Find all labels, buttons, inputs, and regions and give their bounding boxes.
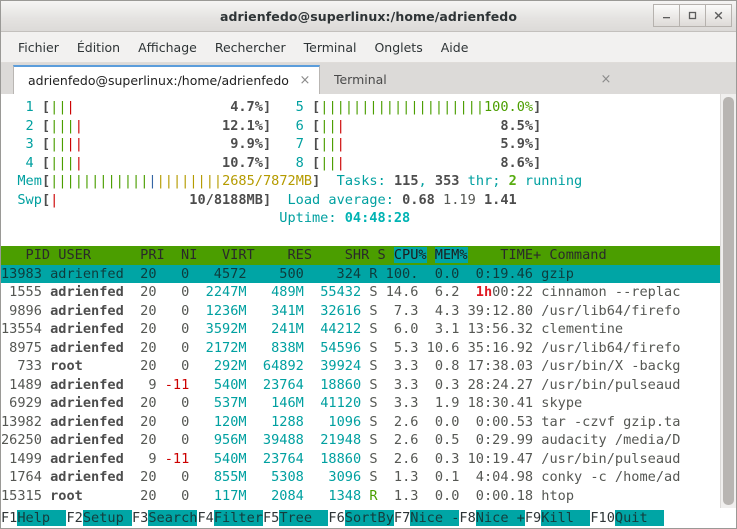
table-row[interactable]: 15315 root 20 0 117M 2084 1348 R 1.3 0.0… bbox=[1, 487, 720, 506]
fkey-number: F8 bbox=[459, 510, 476, 526]
uptime-row: Uptime: 04:48:28 bbox=[279, 210, 411, 226]
cpu-meter-row: 2 [|||| 12.1%] 6 [||| 8.5%] bbox=[17, 117, 542, 134]
minimize-icon bbox=[663, 17, 670, 19]
table-row[interactable]: 26250 adrienfed 20 0 956M 39488 21948 S … bbox=[1, 431, 720, 450]
table-row[interactable]: 1555 adrienfed 20 0 2247M 489M 55432 S 1… bbox=[1, 283, 720, 302]
menu-item-onglets[interactable]: Onglets bbox=[365, 37, 431, 58]
menu-bar: Fichier Édition Affichage Rechercher Ter… bbox=[1, 32, 736, 63]
table-row[interactable]: 9896 adrienfed 20 0 1236M 341M 32616 S 7… bbox=[1, 302, 720, 321]
fkey-number: F4 bbox=[197, 510, 214, 526]
cpu-meter-row: 3 [|||| 9.9%] 7 [||| 5.9%] bbox=[17, 136, 542, 152]
minimize-button[interactable] bbox=[653, 4, 680, 27]
tab-shell-active[interactable]: adrienfedo@superlinux:/home/adrienfedo × bbox=[13, 65, 320, 94]
fkey-number: F2 bbox=[66, 510, 83, 526]
htop-output[interactable]: 1 [||| 4.7%] 5 [||||||||||||||||||||100.… bbox=[1, 94, 720, 508]
menu-item-rechercher[interactable]: Rechercher bbox=[206, 37, 295, 58]
fkey-number: F9 bbox=[524, 510, 542, 526]
title-bar: adrienfedo@superlinux:/home/adrienfedo bbox=[1, 1, 736, 32]
menu-item-terminal[interactable]: Terminal bbox=[295, 37, 366, 58]
menu-item-aide[interactable]: Aide bbox=[432, 37, 478, 58]
maximize-button[interactable] bbox=[679, 4, 706, 27]
fkey-number: F10 bbox=[590, 510, 615, 526]
fkey-number: F6 bbox=[328, 510, 345, 526]
cpu-meter-row: 4 [|||| 10.7%] 8 [||| 8.6%] bbox=[17, 154, 542, 171]
blank-row bbox=[1, 228, 720, 247]
table-row[interactable]: 13983 adrienfed 20 0 4572 500 324 R 100.… bbox=[1, 264, 720, 283]
table-row[interactable]: 733 root 20 0 292M 64892 39924 S 3.3 0.8… bbox=[1, 357, 720, 376]
tab-close-icon[interactable]: × bbox=[600, 73, 612, 86]
terminal-scrollbar[interactable] bbox=[720, 94, 736, 508]
tab-label: adrienfedo@superlinux:/home/adrienfedo bbox=[28, 73, 289, 88]
tab-label: Terminal bbox=[333, 72, 387, 87]
fkey-number: F7 bbox=[393, 510, 411, 526]
close-icon bbox=[714, 11, 723, 20]
fkey-number: F3 bbox=[131, 510, 149, 526]
cpu-meter-row: 1 [||| 4.7%] 5 [||||||||||||||||||||100.… bbox=[17, 99, 542, 115]
table-row[interactable]: 8975 adrienfed 20 0 2172M 838M 54596 S 5… bbox=[1, 339, 720, 358]
menu-item-affichage[interactable]: Affichage bbox=[129, 37, 206, 58]
terminal-window: adrienfedo@superlinux:/home/adrienfedo F… bbox=[0, 0, 737, 529]
fkey-label[interactable]: Kill bbox=[541, 510, 591, 526]
tab-terminal[interactable]: Terminal × bbox=[319, 65, 620, 94]
fkey-label[interactable]: Nice + bbox=[475, 510, 525, 526]
table-row[interactable]: 1499 adrienfed 9 -11 540M 23764 18860 S … bbox=[1, 450, 720, 469]
menu-item-fichier[interactable]: Fichier bbox=[9, 37, 68, 58]
fkey-label[interactable]: Search bbox=[148, 510, 198, 526]
fkey-label[interactable]: Nice - bbox=[410, 510, 460, 526]
table-row[interactable]: 1489 adrienfed 9 -11 540M 23764 18860 S … bbox=[1, 376, 720, 395]
window-controls bbox=[653, 4, 732, 27]
table-row[interactable]: 13554 adrienfed 20 0 3592M 241M 44212 S … bbox=[1, 320, 720, 339]
terminal-viewport: 1 [||| 4.7%] 5 [||||||||||||||||||||100.… bbox=[1, 94, 736, 508]
fkey-number: F1 bbox=[1, 510, 18, 526]
fkey-label[interactable]: Help bbox=[17, 510, 67, 526]
fkey-label[interactable]: Setup bbox=[82, 510, 132, 526]
fkey-number: F5 bbox=[262, 510, 280, 526]
menu-item-edition[interactable]: Édition bbox=[68, 37, 129, 58]
window-title: adrienfedo@superlinux:/home/adrienfedo bbox=[219, 8, 518, 24]
scrollbar-thumb[interactable] bbox=[723, 97, 734, 505]
table-row[interactable]: 1764 adrienfed 20 0 855M 5308 3096 S 1.3… bbox=[1, 468, 720, 487]
close-button[interactable] bbox=[705, 4, 732, 27]
table-row[interactable]: 6929 adrienfed 20 0 537M 146M 41120 S 3.… bbox=[1, 394, 720, 413]
fkey-label[interactable]: Tree bbox=[279, 510, 329, 526]
fkey-label[interactable]: Quit bbox=[614, 510, 665, 526]
swap-load-row: Swp[| 10/8188MB] Load average: 0.68 1.19… bbox=[17, 191, 517, 208]
fkey-label[interactable]: Filter bbox=[213, 510, 263, 526]
mem-tasks-row: Mem[|||||||||||||||||||||2685/7872MB] Ta… bbox=[17, 173, 583, 189]
function-key-bar[interactable]: F1Help F2Setup F3SearchF4FilterF5Tree F6… bbox=[1, 508, 736, 528]
maximize-icon bbox=[688, 11, 697, 20]
tab-close-icon[interactable]: × bbox=[299, 74, 311, 87]
table-row[interactable]: 13982 adrienfed 20 0 120M 1288 1096 S 2.… bbox=[1, 413, 720, 432]
tab-bar: adrienfedo@superlinux:/home/adrienfedo ×… bbox=[1, 63, 736, 94]
process-table-header[interactable]: PID USER PRI NI VIRT RES SHR S CPU% MEM%… bbox=[1, 246, 720, 265]
fkey-label[interactable]: SortBy bbox=[344, 510, 394, 526]
